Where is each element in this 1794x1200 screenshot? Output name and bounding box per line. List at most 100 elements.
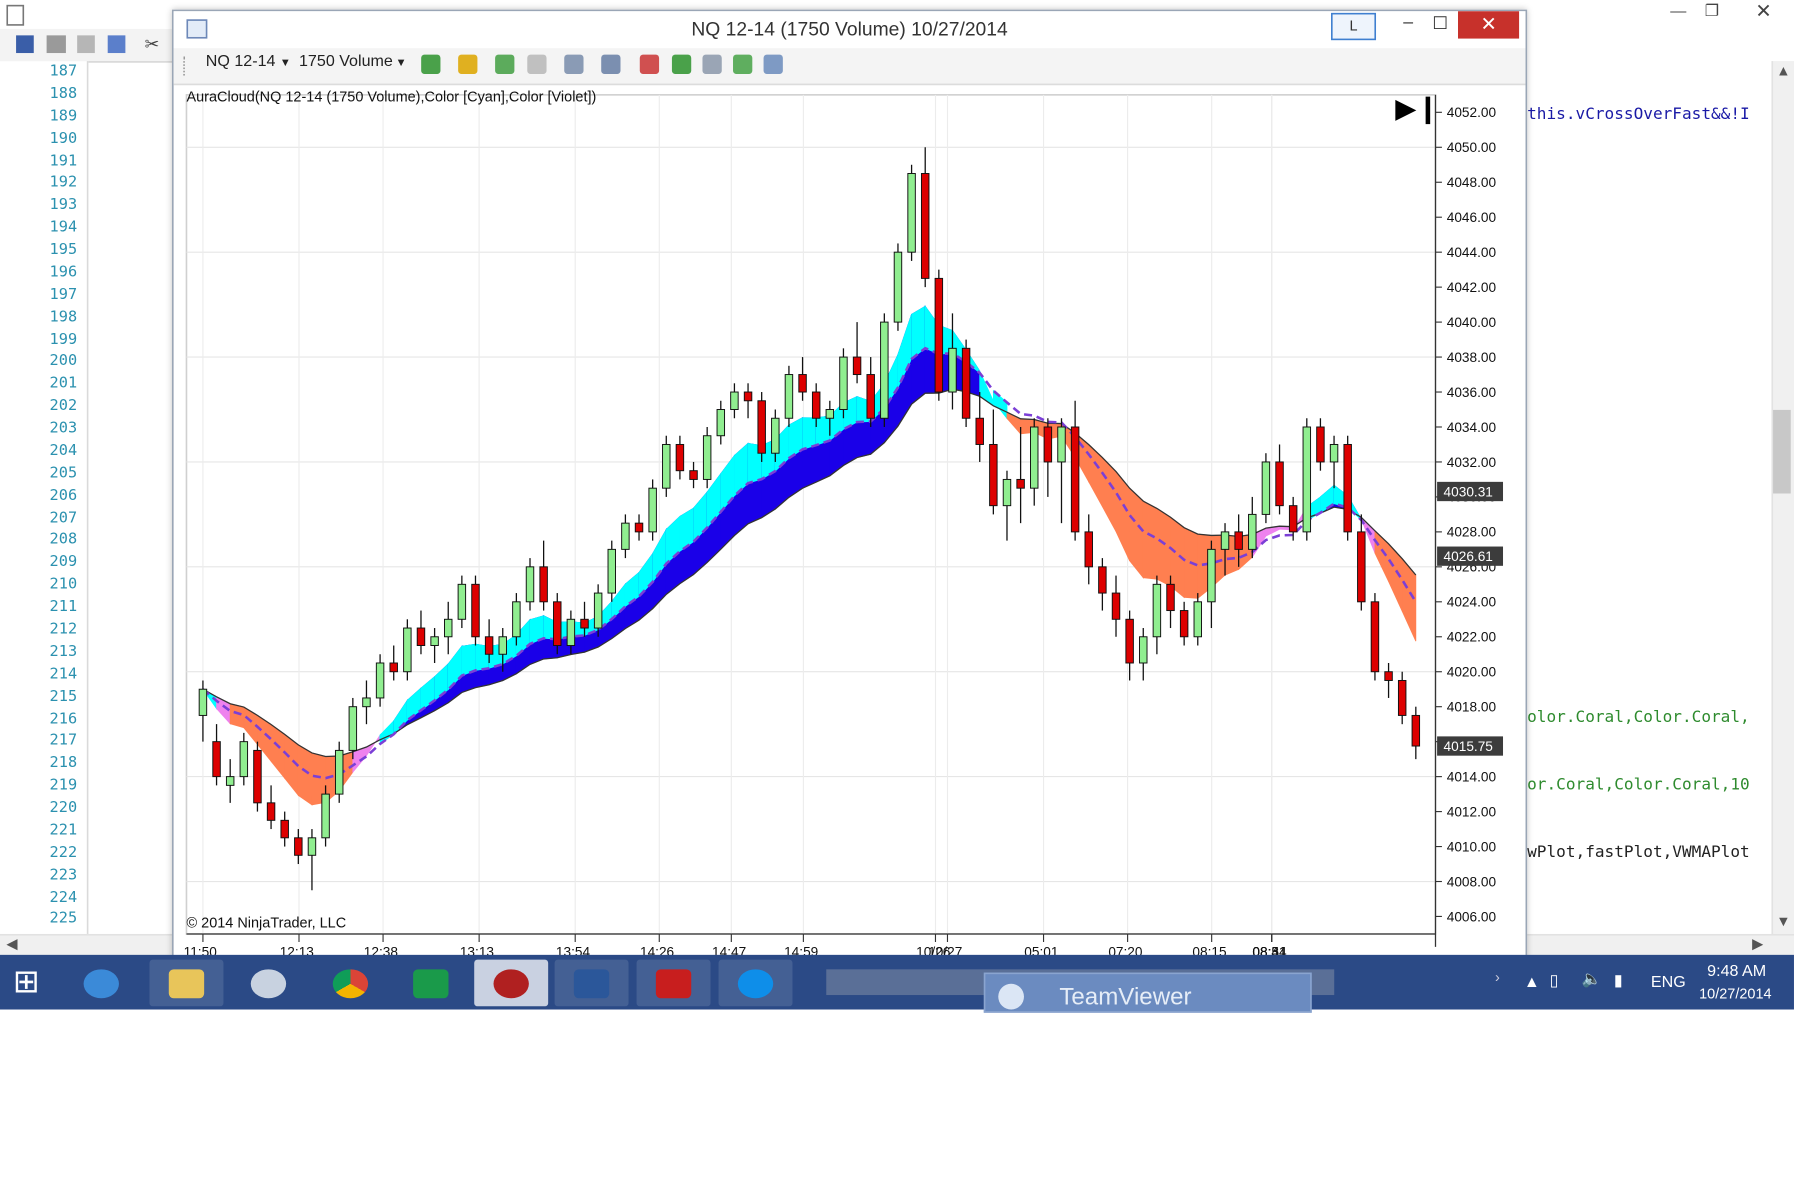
candle-body[interactable] [1002, 478, 1012, 507]
candle-body[interactable] [1152, 583, 1162, 638]
taskbar-acrobat[interactable] [636, 959, 711, 1007]
candle-body[interactable] [1384, 671, 1393, 681]
search-icon[interactable] [107, 35, 126, 54]
candle-body[interactable] [1220, 531, 1230, 550]
candle-body[interactable] [580, 618, 589, 629]
candle-body[interactable] [1316, 426, 1325, 463]
print-icon[interactable] [46, 35, 66, 54]
candle-body[interactable] [934, 277, 944, 393]
candle-body[interactable] [662, 443, 671, 489]
candle-body[interactable] [239, 741, 249, 778]
volume-icon[interactable]: 🔈 [1582, 971, 1602, 989]
save-icon[interactable] [16, 35, 34, 54]
candle-body[interactable] [1234, 531, 1243, 550]
chart-close-button[interactable]: ✕ [1458, 11, 1520, 39]
data-box-icon[interactable] [733, 54, 753, 74]
candle-body[interactable] [403, 627, 412, 673]
candle-body[interactable] [880, 321, 889, 419]
candle-body[interactable] [948, 347, 957, 393]
candlestick-chart[interactable]: 4006.004008.004010.004012.004014.004016.… [174, 85, 1526, 963]
interval-selector[interactable]: 1750 Volume [299, 53, 393, 71]
chart-trader-icon[interactable] [671, 54, 692, 74]
candle-body[interactable] [457, 583, 467, 620]
candle-body[interactable] [430, 636, 439, 646]
scroll-right-icon[interactable]: ▶ [1752, 936, 1763, 954]
taskbar-internet-explorer[interactable] [64, 960, 138, 1007]
candle-body[interactable] [907, 173, 916, 253]
candle-body[interactable] [689, 470, 698, 480]
clock-time[interactable]: 9:48 AM [1707, 963, 1766, 981]
candle-body[interactable] [307, 837, 317, 856]
candle-body[interactable] [525, 566, 535, 603]
candle-body[interactable] [757, 400, 766, 454]
strategy-icon[interactable] [527, 54, 547, 74]
candle-body[interactable] [1098, 566, 1107, 594]
order-entry-icon[interactable] [639, 54, 660, 74]
candle-body[interactable] [498, 636, 507, 655]
snapshot-icon[interactable] [702, 54, 722, 74]
candle-body[interactable] [198, 688, 208, 716]
candle-body[interactable] [553, 601, 562, 646]
chevron-right-icon[interactable]: › [1495, 969, 1500, 985]
candle-body[interactable] [539, 566, 548, 603]
candle-body[interactable] [675, 443, 685, 472]
candle-body[interactable] [1397, 679, 1407, 716]
candle-body[interactable] [212, 741, 221, 778]
candle-body[interactable] [1043, 426, 1053, 463]
candle-body[interactable] [1084, 531, 1093, 568]
print-preview-icon[interactable] [77, 35, 95, 54]
zoom-icon[interactable] [564, 54, 584, 74]
chart-titlebar[interactable]: NQ 12-14 (1750 Volume) 10/27/2014 L – ☐ … [173, 11, 1526, 49]
candle-body[interactable] [730, 391, 739, 410]
candle-body[interactable] [1261, 461, 1271, 515]
candle-body[interactable] [852, 356, 862, 376]
drawing-tool-icon[interactable] [458, 54, 478, 74]
candle-body[interactable] [1030, 426, 1039, 489]
candle-body[interactable] [920, 173, 930, 279]
scroll-up-icon[interactable]: ▲ [1776, 63, 1790, 79]
chart-style-icon[interactable] [421, 54, 441, 74]
candle-body[interactable] [1329, 443, 1339, 463]
scroll-down-icon[interactable]: ▼ [1776, 913, 1790, 929]
chart-maximize-button[interactable]: ☐ [1424, 13, 1456, 33]
candle-body[interactable] [975, 417, 984, 445]
candle-body[interactable] [1125, 618, 1134, 664]
instrument-selector[interactable]: NQ 12-14 [206, 53, 276, 71]
candle-body[interactable] [1411, 714, 1421, 747]
layout-button[interactable]: L [1331, 12, 1377, 41]
taskbar-teamviewer[interactable] [718, 959, 793, 1007]
candle-body[interactable] [1057, 426, 1066, 463]
restore-button[interactable]: ❐ [1693, 0, 1732, 24]
candle-body[interactable] [798, 374, 807, 393]
candle-body[interactable] [839, 356, 848, 410]
indicator-icon[interactable] [495, 54, 515, 74]
scrollbar-thumb[interactable] [1773, 409, 1791, 494]
taskbar-chrome[interactable] [313, 960, 387, 1007]
candle-body[interactable] [321, 793, 330, 839]
candle-body[interactable] [771, 417, 780, 454]
candle-body[interactable] [634, 522, 644, 533]
candle-body[interactable] [607, 548, 616, 594]
windows-start-icon[interactable]: ⊞ [13, 966, 40, 998]
candle-body[interactable] [334, 749, 344, 795]
vertical-scrollbar[interactable]: ▲ ▼ [1771, 61, 1794, 936]
show-hidden-icons[interactable]: ▲ [1524, 974, 1540, 992]
taskbar-hp[interactable] [231, 960, 305, 1007]
scroll-to-end-icon[interactable]: ▶❙ [1395, 93, 1439, 125]
candle-body[interactable] [1275, 461, 1284, 507]
candle-body[interactable] [1193, 601, 1203, 638]
clock-date[interactable]: 10/27/2014 [1699, 985, 1771, 1001]
candle-body[interactable] [1288, 505, 1298, 533]
candle-body[interactable] [362, 697, 371, 708]
close-button[interactable]: ✕ [1739, 0, 1787, 24]
candle-body[interactable] [484, 636, 494, 655]
candle-body[interactable] [1343, 443, 1352, 533]
code-visible-area[interactable]: this.vCrossOverFast&&!I olor.Coral,Color… [1523, 61, 1772, 936]
taskbar-file-explorer[interactable] [149, 959, 224, 1007]
candle-body[interactable] [566, 618, 576, 646]
candle-body[interactable] [1139, 636, 1148, 664]
candle-body[interactable] [866, 374, 875, 419]
candle-body[interactable] [1016, 478, 1025, 489]
candle-body[interactable] [348, 706, 358, 751]
network-icon[interactable]: ▮ [1614, 973, 1623, 991]
